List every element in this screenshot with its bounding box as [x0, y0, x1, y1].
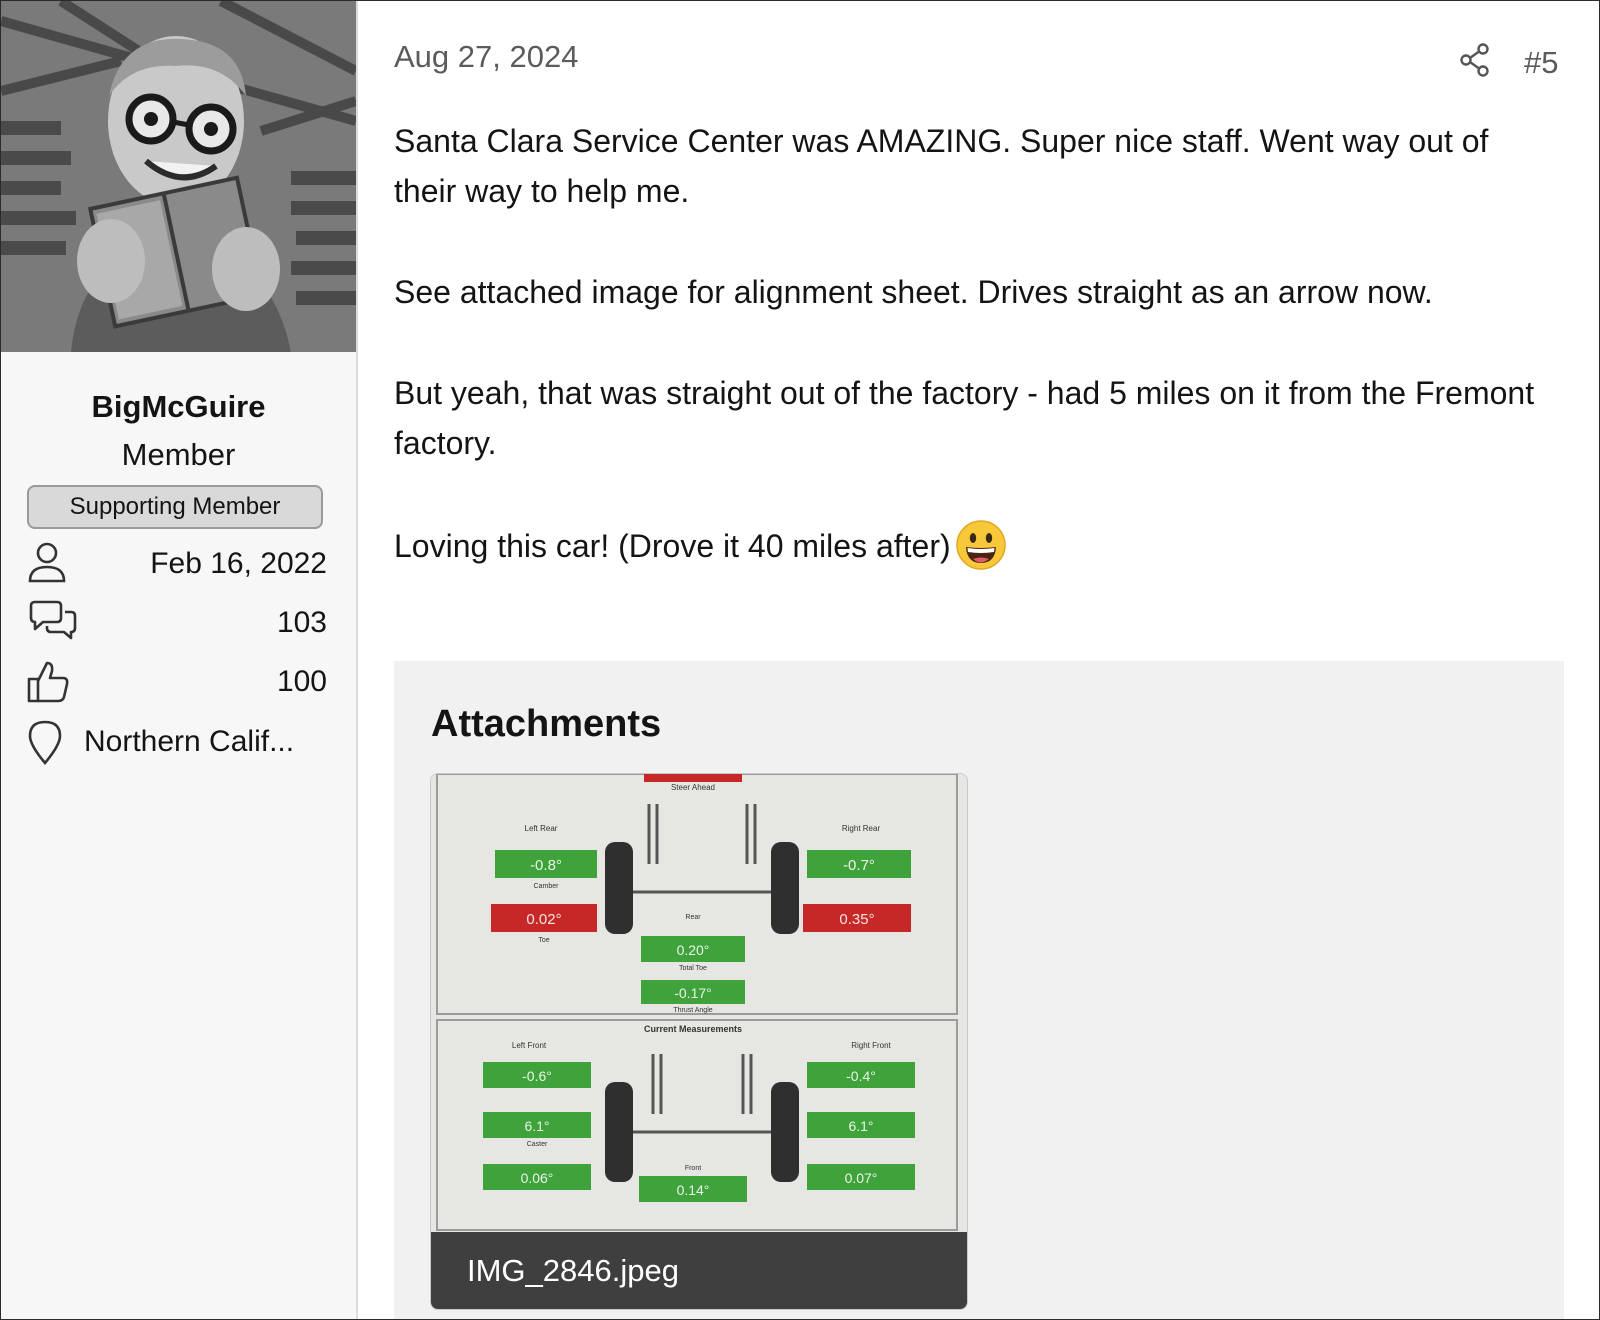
right-front-caster: 6.1° — [848, 1118, 873, 1134]
user-sidebar: BigMcGuire Member Supporting Member Feb … — [1, 1, 358, 1319]
post-main: Aug 27, 2024 #5 Santa Clara Service Cent… — [394, 1, 1564, 1319]
total-toe-label: Total Toe — [679, 965, 707, 972]
attachment-thumbnail[interactable]: Steer Ahead Current Measurements Left Re… — [430, 773, 968, 1310]
location-row: Northern Calif... — [27, 719, 327, 769]
right-front-label: Right Front — [851, 1041, 891, 1050]
reactions-row: 100 — [27, 659, 327, 709]
left-rear-camber: -0.8° — [530, 857, 562, 874]
joined-row: Feb 16, 2022 — [27, 541, 327, 591]
location-link[interactable]: Northern Calif... — [84, 725, 294, 759]
right-front-camber: -0.4° — [846, 1068, 876, 1084]
post-paragraph: Loving this car! (Drove it 40 miles afte… — [394, 528, 951, 564]
left-front-label: Left Front — [512, 1041, 547, 1050]
share-icon[interactable] — [1459, 43, 1491, 82]
rear-total-toe: 0.20° — [677, 942, 710, 958]
left-front-caster: 6.1° — [524, 1118, 549, 1134]
right-front-toe: 0.07° — [845, 1170, 878, 1186]
user-title: Member — [121, 437, 236, 472]
grinning-face-icon — [955, 519, 1007, 585]
thrust-angle: -0.17° — [674, 985, 712, 1001]
post-paragraph-last: Loving this car! (Drove it 40 miles afte… — [394, 519, 1554, 585]
messages-count: 103 — [276, 606, 327, 639]
right-rear-toe: 0.35° — [839, 911, 874, 928]
caster-label: Caster — [527, 1141, 548, 1148]
post-container: BigMcGuire Member Supporting Member Feb … — [0, 0, 1600, 1320]
user-banner: Supporting Member — [27, 485, 323, 529]
front-title: Current Measurements — [644, 1024, 742, 1034]
post-paragraph: See attached image for alignment sheet. … — [394, 274, 1433, 310]
rear-title: Steer Ahead — [671, 783, 715, 792]
rear-label: Rear — [685, 914, 701, 921]
map-pin-icon — [27, 719, 63, 772]
left-front-toe: 0.06° — [521, 1170, 554, 1186]
left-rear-label: Left Rear — [525, 824, 558, 833]
left-front-camber: -0.6° — [522, 1068, 552, 1084]
right-rear-camber: -0.7° — [843, 857, 875, 874]
front-total-toe: 0.14° — [677, 1182, 710, 1198]
post-paragraph: Santa Clara Service Center was AMAZING. … — [394, 123, 1489, 209]
thumbs-up-icon — [27, 659, 71, 710]
thrust-label: Thrust Angle — [673, 1007, 712, 1014]
user-icon — [27, 541, 67, 590]
toe-label: Toe — [538, 937, 549, 944]
post-date[interactable]: Aug 27, 2024 — [394, 39, 578, 75]
front-label: Front — [685, 1165, 701, 1172]
joined-date: Feb 16, 2022 — [150, 547, 327, 580]
left-rear-toe: 0.02° — [526, 911, 561, 928]
chat-bubbles-icon — [27, 600, 79, 649]
attachments-heading: Attachments — [431, 703, 662, 745]
post-number-link[interactable]: #5 — [1524, 45, 1558, 81]
attachments-block: Attachments Steer Ahead Current Measurem… — [394, 661, 1564, 1319]
reactions-count: 100 — [276, 665, 327, 698]
avatar[interactable] — [1, 1, 356, 352]
post-body: Santa Clara Service Center was AMAZING. … — [394, 116, 1554, 636]
camber-label: Camber — [534, 883, 560, 890]
attachment-filename[interactable]: IMG_2846.jpeg — [431, 1232, 967, 1309]
username-link[interactable]: BigMcGuire — [1, 389, 356, 425]
right-rear-label: Right Rear — [842, 824, 881, 833]
post-paragraph: But yeah, that was straight out of the f… — [394, 375, 1535, 461]
messages-row: 103 — [27, 600, 327, 650]
